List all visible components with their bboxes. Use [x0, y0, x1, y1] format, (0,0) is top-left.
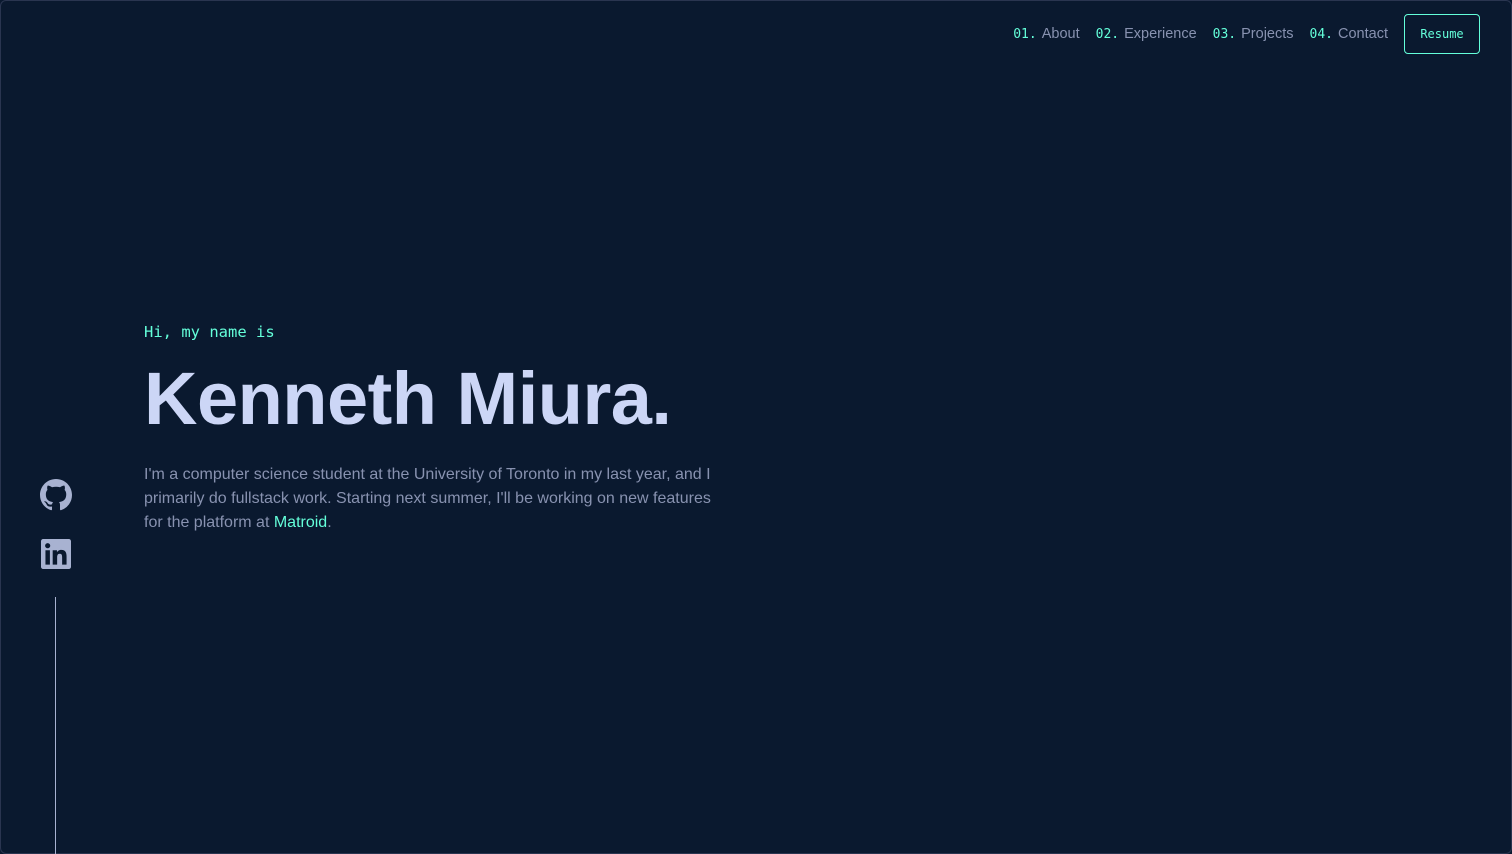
hero-bio: I'm a computer science student at the Un… [144, 463, 719, 535]
nav-number: 03. [1212, 27, 1237, 42]
github-link[interactable] [39, 478, 73, 512]
nav-label: Projects [1241, 26, 1294, 42]
nav-number: 04. [1309, 27, 1334, 42]
nav-contact-link[interactable]: 04. Contact [1310, 26, 1388, 42]
hero-greeting: Hi, my name is [144, 323, 275, 341]
linkedin-icon [41, 539, 71, 569]
hero-section: Hi, my name is Kenneth Miura. I'm a comp… [144, 318, 744, 535]
bio-suffix: . [327, 514, 332, 531]
github-icon [40, 479, 72, 511]
linkedin-link[interactable] [39, 537, 73, 571]
nav-projects-link[interactable]: 03. Projects [1213, 26, 1294, 42]
resume-button[interactable]: Resume [1404, 14, 1480, 54]
nav-experience-link[interactable]: 02. Experience [1096, 26, 1197, 42]
nav-number: 01. [1013, 27, 1037, 42]
top-nav: 01. About 02. Experience 03. Projects 04… [1013, 13, 1480, 55]
social-links [38, 478, 74, 571]
nav-number: 02. [1095, 27, 1120, 42]
matroid-link[interactable]: Matroid [274, 514, 327, 531]
nav-label: Contact [1338, 26, 1388, 42]
nav-about-link[interactable]: 01. About [1013, 26, 1079, 42]
nav-label: Experience [1124, 26, 1197, 42]
nav-label: About [1041, 26, 1080, 42]
bio-text: I'm a computer science student at the Un… [144, 466, 711, 531]
hero-name: Kenneth Miura. [144, 357, 672, 440]
social-divider-line [55, 597, 56, 854]
